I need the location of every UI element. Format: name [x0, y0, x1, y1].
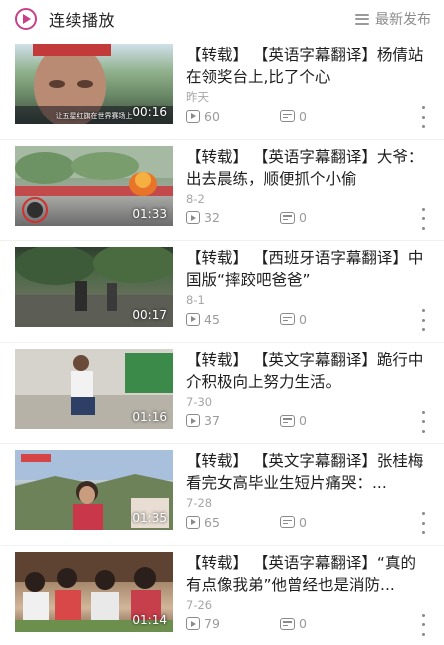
view-count: 45 [186, 312, 280, 327]
video-duration: 00:16 [132, 105, 167, 119]
sort-button[interactable]: 最新发布 [355, 9, 431, 29]
comment-icon [280, 110, 295, 122]
video-list-page: 连续播放 最新发布 让五星红旗在世界赛场上 00:16 【转载】 【英语字幕翻译… [0, 0, 444, 645]
view-count-value: 65 [204, 514, 220, 530]
video-item[interactable]: 让五星红旗在世界赛场上 00:16 【转载】 【英语字幕翻译】杨倩站在领奖台上,… [0, 38, 444, 140]
video-date: 7-26 [186, 597, 213, 612]
comment-count: 0 [280, 109, 307, 124]
video-thumbnail[interactable]: 01:14 [15, 551, 173, 632]
video-title[interactable]: 【转载】 【英语字幕翻译】大爷：出去晨练，顺便抓个小偷 [186, 146, 426, 190]
more-options-icon[interactable] [418, 309, 428, 331]
comment-count-value: 0 [299, 311, 307, 327]
more-options-icon[interactable] [418, 512, 428, 534]
more-options-icon[interactable] [418, 613, 428, 636]
video-duration: 01:35 [132, 511, 167, 525]
view-count-value: 79 [204, 616, 220, 631]
video-item[interactable]: 01:16 【转载】 【英文字幕翻译】跪行中介积极向上努力生活。 7-30 37… [0, 343, 444, 444]
more-options-icon[interactable] [418, 410, 428, 433]
video-thumbnail[interactable]: 01:33 [15, 145, 173, 226]
view-count-value: 32 [204, 210, 220, 225]
video-stats: 60 0 [186, 106, 436, 126]
comment-icon [280, 617, 295, 630]
sort-label: 最新发布 [375, 12, 431, 28]
view-count: 32 [186, 210, 280, 225]
view-count-value: 37 [204, 413, 220, 428]
video-duration: 00:17 [132, 308, 167, 322]
play-count-icon [186, 414, 200, 427]
play-circle-icon [15, 8, 37, 30]
video-title[interactable]: 【转载】 【英语字幕翻译】“真的有点像我弟”他曾经也是消防... [186, 552, 426, 596]
video-date: 8-2 [186, 191, 205, 206]
play-count-icon [186, 211, 200, 224]
video-info: 【转载】 【英语字幕翻译】“真的有点像我弟”他曾经也是消防... 7-26 [186, 552, 426, 613]
view-count-value: 45 [204, 311, 220, 327]
video-duration: 01:33 [132, 206, 167, 221]
more-options-icon[interactable] [418, 207, 428, 230]
comment-count-value: 0 [299, 616, 307, 631]
comment-icon [280, 313, 295, 325]
video-stats: 32 0 [186, 208, 436, 228]
comment-icon [280, 516, 295, 528]
comment-count-value: 0 [299, 210, 307, 225]
comment-count-value: 0 [299, 413, 307, 428]
video-date: 昨天 [186, 90, 209, 104]
video-stats: 45 0 [186, 309, 436, 329]
video-item[interactable]: 01:33 【转载】 【英语字幕翻译】大爷：出去晨练，顺便抓个小偷 8-2 32… [0, 140, 444, 241]
comment-count-value: 0 [299, 514, 307, 530]
comment-count: 0 [280, 210, 307, 225]
video-item[interactable]: 00:17 【转载】 【西班牙语字幕翻译】中国版“摔跤吧爸爸” 8-1 45 0 [0, 241, 444, 343]
video-info: 【转载】 【西班牙语字幕翻译】中国版“摔跤吧爸爸” 8-1 [186, 247, 426, 308]
view-count-value: 60 [204, 108, 220, 124]
video-info: 【转载】 【英文字幕翻译】跪行中介积极向上努力生活。 7-30 [186, 349, 426, 410]
video-info: 【转载】 【英语字幕翻译】大爷：出去晨练，顺便抓个小偷 8-2 [186, 146, 426, 207]
video-info: 【转载】 【英文字幕翻译】张桂梅看完女高毕业生短片痛哭：... 7-28 [186, 450, 426, 511]
video-stats: 37 0 [186, 411, 436, 431]
comment-count: 0 [280, 515, 307, 530]
comment-icon [280, 211, 295, 224]
view-count: 37 [186, 413, 280, 428]
play-count-icon [186, 515, 200, 529]
video-thumbnail[interactable]: 让五星红旗在世界赛场上 00:16 [15, 44, 173, 124]
play-count-icon [186, 109, 200, 123]
continuous-play-toggle[interactable]: 连续播放 [15, 7, 115, 31]
video-duration: 01:14 [132, 612, 167, 627]
comment-count: 0 [280, 616, 307, 631]
video-title[interactable]: 【转载】 【英文字幕翻译】跪行中介积极向上努力生活。 [186, 349, 426, 393]
sort-lines-icon [355, 13, 369, 25]
header-bar: 连续播放 最新发布 [0, 0, 444, 38]
video-date: 7-30 [186, 394, 213, 409]
video-stats: 79 0 [186, 614, 436, 634]
play-count-icon [186, 312, 200, 326]
view-count: 65 [186, 515, 280, 530]
comment-icon [280, 414, 295, 427]
video-thumbnail[interactable]: 01:16 [15, 348, 173, 429]
video-thumbnail[interactable]: 01:35 [15, 450, 173, 530]
comment-count: 0 [280, 312, 307, 327]
video-item[interactable]: 01:35 【转载】 【英文字幕翻译】张桂梅看完女高毕业生短片痛哭：... 7-… [0, 444, 444, 546]
video-thumbnail[interactable]: 00:17 [15, 247, 173, 327]
video-stats: 65 0 [186, 512, 436, 532]
video-title[interactable]: 【转载】 【英语字幕翻译】杨倩站在领奖台上,比了个心 [186, 44, 426, 88]
video-title[interactable]: 【转载】 【西班牙语字幕翻译】中国版“摔跤吧爸爸” [186, 247, 426, 291]
video-date: 7-28 [186, 496, 213, 510]
comment-count-value: 0 [299, 108, 307, 124]
view-count: 60 [186, 109, 280, 124]
video-title[interactable]: 【转载】 【英文字幕翻译】张桂梅看完女高毕业生短片痛哭：... [186, 450, 426, 494]
comment-count: 0 [280, 413, 307, 428]
video-date: 8-1 [186, 293, 205, 307]
view-count: 79 [186, 616, 280, 631]
video-item[interactable]: 01:14 【转载】 【英语字幕翻译】“真的有点像我弟”他曾经也是消防... 7… [0, 546, 444, 645]
video-info: 【转载】 【英语字幕翻译】杨倩站在领奖台上,比了个心 昨天 [186, 44, 426, 105]
video-duration: 01:16 [132, 409, 167, 424]
play-count-icon [186, 617, 200, 630]
more-options-icon[interactable] [418, 106, 428, 128]
continuous-play-label: 连续播放 [49, 11, 116, 30]
video-list: 让五星红旗在世界赛场上 00:16 【转载】 【英语字幕翻译】杨倩站在领奖台上,… [0, 38, 444, 645]
